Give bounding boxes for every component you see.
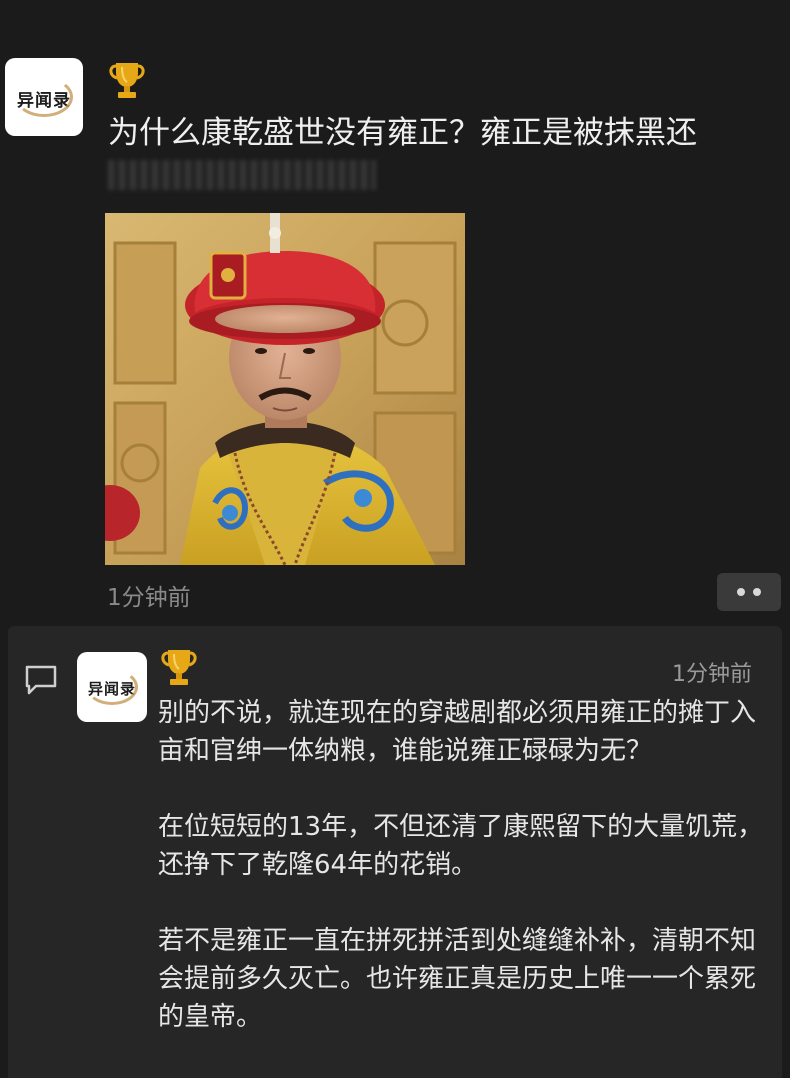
trophy-icon bbox=[109, 63, 145, 98]
comment-timestamp: 1分钟前 bbox=[672, 662, 752, 687]
comment-body: 别的不说，就连现在的穿越剧都必须用雍正的摊丁入亩和官绅一体纳粮，谁能说雍正碌碌为… bbox=[158, 694, 774, 1074]
post-avatar[interactable]: 异闻录 bbox=[5, 58, 83, 136]
post-title: 为什么康乾盛世没有雍正？雍正是被抹黑还 bbox=[108, 115, 697, 151]
logo-ring-icon bbox=[86, 669, 138, 705]
comment-paragraph: 别的不说，就连现在的穿越剧都必须用雍正的摊丁入亩和官绅一体纳粮，谁能说雍正碌碌为… bbox=[158, 698, 757, 766]
comment-bubble-icon[interactable] bbox=[24, 664, 58, 696]
comment-paragraph: 在位短短的13年，不但还清了康熙留下的大量饥荒，还挣下了乾隆64年的花销。 bbox=[158, 812, 764, 880]
logo-ring-icon bbox=[15, 77, 73, 117]
more-dot-icon bbox=[737, 588, 745, 596]
trophy-icon bbox=[161, 650, 197, 685]
comment-avatar[interactable]: 异闻录 bbox=[77, 652, 147, 722]
more-options-button[interactable] bbox=[717, 573, 781, 611]
emperor-photo[interactable] bbox=[105, 213, 465, 565]
post-timestamp: 1分钟前 bbox=[107, 585, 191, 611]
comment-paragraph: 若不是雍正一直在拼死拼活到处缝缝补补，清朝不知会提前多久灭亡。也许雍正真是历史上… bbox=[158, 926, 757, 1032]
more-dot-icon bbox=[753, 588, 761, 596]
blurred-text bbox=[108, 160, 376, 190]
